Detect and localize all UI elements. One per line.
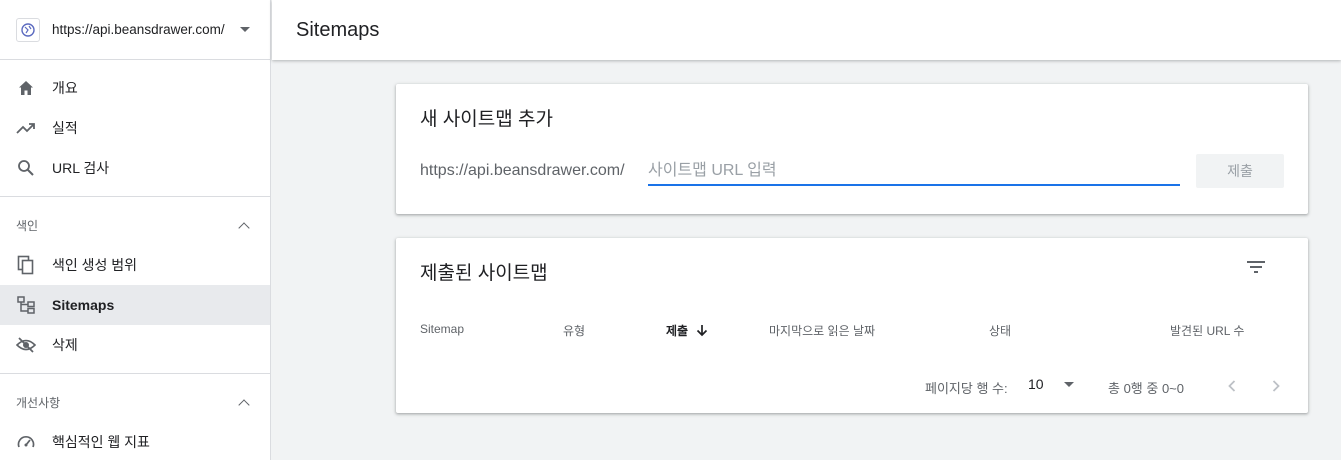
sitemap-icon — [16, 295, 36, 315]
card-title: 제출된 사이트맵 — [420, 263, 548, 284]
nav-group-index: 색인 색인 생성 범위 Sitemaps 삭제 — [0, 197, 270, 374]
sidebar-item-label: 실적 — [52, 120, 78, 136]
column-header-status[interactable]: 상태 — [989, 322, 1011, 339]
speed-icon — [16, 432, 36, 452]
sidebar-item-label: 색인 생성 범위 — [52, 257, 138, 273]
sidebar-item-label: 개요 — [52, 80, 78, 96]
add-sitemap-card: 새 사이트맵 추가 https://api.beansdrawer.com/ 제… — [396, 84, 1308, 214]
section-header-enhancements[interactable]: 개선사항 — [0, 382, 270, 422]
eye-off-icon — [16, 335, 36, 355]
column-header-label: 제출 — [666, 324, 689, 338]
arrow-down-icon — [696, 324, 708, 337]
filter-icon[interactable] — [1246, 260, 1270, 280]
globe-icon — [16, 17, 40, 42]
sidebar-item-performance[interactable]: 실적 — [0, 108, 270, 148]
column-header-sitemap[interactable]: Sitemap — [420, 322, 464, 336]
rows-per-page-select[interactable]: 10 — [1028, 376, 1074, 392]
nav-group-enhancements: 개선사항 핵심적인 웹 지표 — [0, 374, 270, 460]
section-title: 색인 — [16, 218, 39, 233]
chevron-up-icon — [238, 221, 250, 234]
sidebar-item-label: 핵심적인 웹 지표 — [52, 434, 150, 450]
sidebar-item-coverage[interactable]: 색인 생성 범위 — [0, 245, 270, 285]
sidebar-item-removals[interactable]: 삭제 — [0, 325, 270, 365]
column-header-last-read[interactable]: 마지막으로 읽은 날짜 — [769, 322, 875, 339]
column-header-type[interactable]: 유형 — [563, 322, 585, 339]
column-header-submitted[interactable]: 제출 — [666, 322, 708, 339]
sitemap-url-input[interactable] — [648, 158, 1180, 186]
property-selector[interactable]: https://api.beansdrawer.com/ — [0, 0, 270, 60]
card-title: 새 사이트맵 추가 — [420, 109, 553, 130]
copy-icon — [16, 255, 36, 275]
page-header: Sitemaps — [272, 0, 1341, 60]
sidebar-item-label: URL 검사 — [52, 160, 110, 176]
submitted-sitemaps-card: 제출된 사이트맵 Sitemap 유형 제출 마지막으로 읽은 날짜 상태 발견… — [396, 238, 1308, 413]
sidebar-item-core-web-vitals[interactable]: 핵심적인 웹 지표 — [0, 422, 270, 460]
home-icon — [16, 78, 36, 98]
page-title: Sitemaps — [296, 18, 380, 41]
column-header-discovered-urls[interactable]: 발견된 URL 수 — [1170, 322, 1244, 339]
section-header-index[interactable]: 색인 — [0, 205, 270, 245]
sidebar-item-sitemaps[interactable]: Sitemaps — [0, 285, 270, 325]
sidebar-item-label: 삭제 — [52, 337, 78, 353]
rows-per-page-label: 페이지당 행 수: — [925, 381, 1008, 396]
chevron-up-icon — [238, 398, 250, 411]
property-url: https://api.beansdrawer.com/ — [52, 22, 225, 37]
chevron-down-icon[interactable] — [240, 27, 250, 32]
sidebar-item-label: Sitemaps — [52, 297, 115, 313]
nav-group-main: 개요 실적 URL 검사 — [0, 60, 270, 197]
sidebar-item-url-inspection[interactable]: URL 검사 — [0, 148, 270, 188]
url-prefix: https://api.beansdrawer.com/ — [420, 162, 625, 179]
rows-per-page-value: 10 — [1028, 376, 1044, 392]
trending-up-icon — [16, 118, 36, 138]
chevron-left-icon[interactable] — [1220, 376, 1244, 396]
pagination-range: 총 0행 중 0~0 — [1108, 381, 1184, 396]
submit-button[interactable]: 제출 — [1196, 154, 1284, 188]
section-title: 개선사항 — [16, 395, 61, 410]
search-icon — [16, 158, 36, 178]
sidebar-item-overview[interactable]: 개요 — [0, 68, 270, 108]
chevron-right-icon[interactable] — [1264, 376, 1288, 396]
chevron-down-icon — [1063, 381, 1074, 387]
sidebar: https://api.beansdrawer.com/ 개요 실적 URL 검… — [0, 0, 271, 460]
